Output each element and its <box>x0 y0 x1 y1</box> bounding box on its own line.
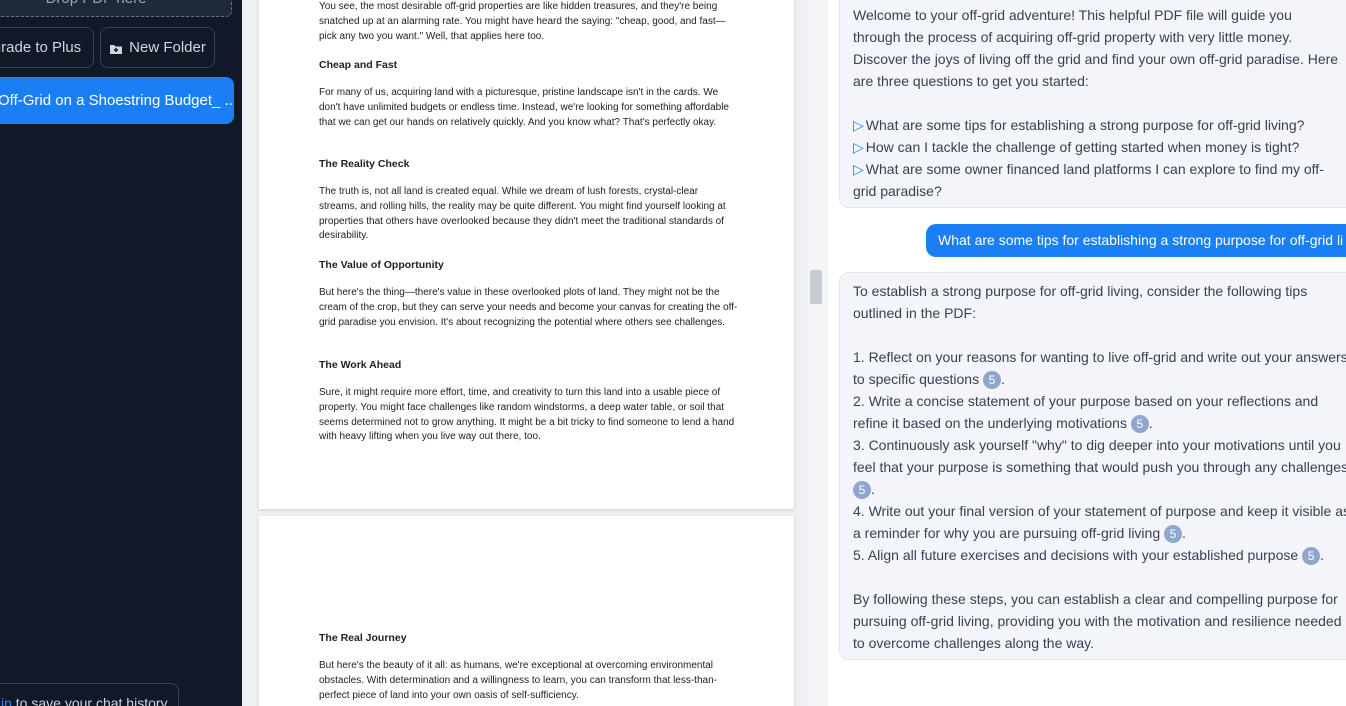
pdf-paragraph: Sure, it might require more effort, time… <box>319 387 735 443</box>
message-line: To establish a strong purpose for off-gr… <box>853 283 1308 299</box>
pdf-paragraph: But here's the beauty of it all: as huma… <box>319 660 717 701</box>
save-hint-text: to save your chat history <box>11 695 168 706</box>
suggested-question[interactable]: ▷ What are some owner financed land platf… <box>853 158 1346 180</box>
message-line: refine it based on the underlying motiva… <box>853 415 1127 431</box>
message-line: to overcome challenges along the way. <box>853 635 1094 651</box>
assistant-answer-message: To establish a strong purpose for off-gr… <box>839 272 1346 660</box>
upgrade-button[interactable]: grade to Plus <box>0 27 94 68</box>
pdf-heading: The Reality Check <box>319 158 410 170</box>
upgrade-label: grade to Plus <box>0 39 82 56</box>
suggested-question[interactable]: ▷ How can I tackle the challenge of getti… <box>853 136 1346 158</box>
message-line: By following these steps, you can establ… <box>853 591 1338 607</box>
message-line: 3. Continuously ask yourself "why" to di… <box>853 437 1341 453</box>
pdf-page: The Real Journey But here's the beauty o… <box>259 516 794 706</box>
sidebar: Drop PDF here grade to Plus New Folder O… <box>0 0 242 706</box>
resize-handle[interactable] <box>810 270 822 304</box>
citation-badge[interactable]: 5 <box>1302 547 1321 566</box>
pdf-heading: Cheap and Fast <box>319 59 398 71</box>
message-line: feel that your purpose is something that… <box>853 459 1346 475</box>
message-line: to specific questions <box>853 371 980 387</box>
citation-badge[interactable]: 5 <box>982 371 1001 390</box>
file-item-active[interactable]: Off-Grid on a Shoestring Budget_ ... <box>0 77 234 124</box>
suggestion-text: grid paradise? <box>853 183 942 199</box>
message-line: Discover the joys of living off the grid… <box>853 51 1339 67</box>
sign-in-link[interactable]: in <box>1 695 12 706</box>
pdf-heading: The Real Journey <box>319 632 407 644</box>
send-arrow-icon: ▷ <box>853 117 864 133</box>
suggestion-text: How can I tackle the challenge of gettin… <box>865 139 1300 155</box>
message-line: 1. Reflect on your reasons for wanting t… <box>853 349 1346 365</box>
pdf-page: You see, the most desirable off-grid pro… <box>259 0 794 509</box>
citation-badge[interactable]: 5 <box>1164 525 1183 544</box>
suggested-question[interactable]: ▷ What are some tips for establishing a s… <box>853 114 1346 136</box>
assistant-welcome-message: Welcome to your off-grid adventure! This… <box>839 0 1346 208</box>
user-message: What are some tips for establishing a st… <box>926 224 1346 257</box>
message-line: through the process of acquiring off-gri… <box>853 29 1293 45</box>
pdf-paragraph: The truth is, not all land is created eq… <box>319 186 726 242</box>
pdf-viewer[interactable]: You see, the most desirable off-grid pro… <box>242 0 808 706</box>
message-line: are three questions to get you started: <box>853 73 1089 89</box>
suggestion-text: What are some tips for establishing a st… <box>865 117 1305 133</box>
message-line: Welcome to your off-grid adventure! This… <box>853 7 1292 23</box>
new-folder-label: New Folder <box>129 39 206 56</box>
message-line: 4. Write out your final version of your … <box>853 503 1346 519</box>
message-line: outlined in the PDF: <box>853 305 976 321</box>
suggestion-text: What are some owner financed land platfo… <box>865 161 1324 177</box>
send-arrow-icon: ▷ <box>853 161 864 177</box>
pdf-heading: The Work Ahead <box>319 359 402 371</box>
citation-badge[interactable]: 5 <box>853 481 871 500</box>
pane-divider <box>808 0 828 706</box>
pdf-paragraph: But here's the thing—there's value in th… <box>319 287 738 328</box>
chat-panel: Welcome to your off-grid adventure! This… <box>828 0 1346 706</box>
pdf-dropzone[interactable]: Drop PDF here <box>0 0 232 17</box>
save-history-hint: in to save your chat history <box>0 683 179 706</box>
pdf-paragraph: You see, the most desirable off-grid pro… <box>319 1 726 42</box>
pdf-heading: The Value of Opportunity <box>319 259 444 271</box>
message-line: 2. Write a concise statement of your pur… <box>853 393 1319 409</box>
new-folder-button[interactable]: New Folder <box>100 27 215 68</box>
message-line: a reminder for why you are pursuing off-… <box>853 525 1161 541</box>
pdf-paragraph: For many of us, acquiring land with a pi… <box>319 87 729 128</box>
citation-badge[interactable]: 5 <box>1130 415 1149 434</box>
folder-plus-icon <box>109 42 123 54</box>
message-line: pursuing off-grid living, providing you … <box>853 613 1342 629</box>
send-arrow-icon: ▷ <box>853 139 864 155</box>
message-line: 5. Align all future exercises and decisi… <box>853 547 1299 563</box>
